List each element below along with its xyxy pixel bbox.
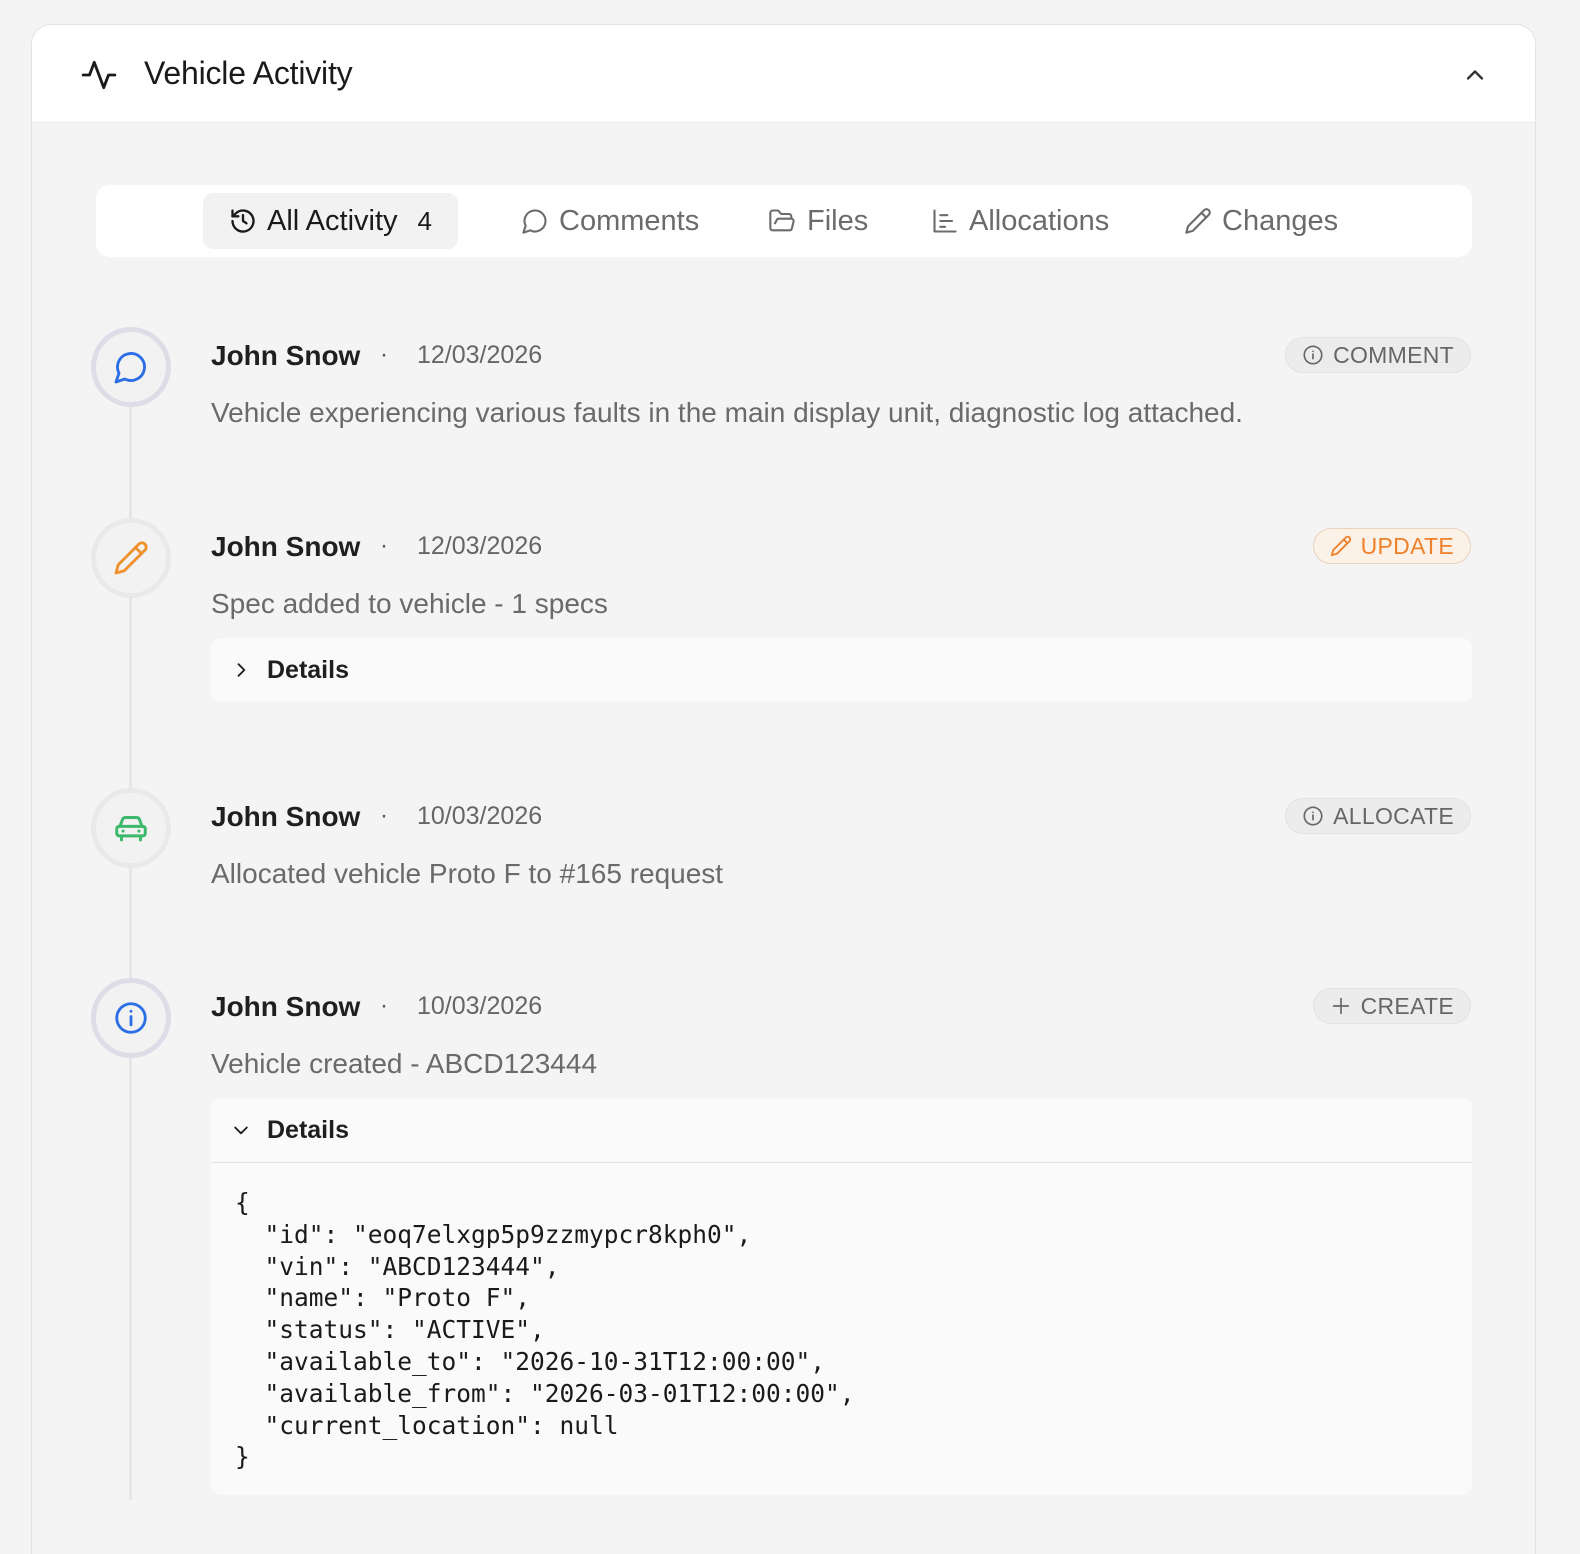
info-icon (115, 1002, 147, 1034)
details-disclosure: Details (211, 638, 1472, 702)
entry-date: 12/03/2026 (417, 532, 543, 560)
tab-changes[interactable]: Changes (1184, 193, 1338, 249)
message-icon (522, 209, 547, 234)
entry-separator: · (380, 992, 388, 1019)
details-disclosure: Details { "id": "eoq7elxgp5p9zzmypcr8kph… (211, 1098, 1472, 1496)
tab-label: All Activity (267, 204, 398, 237)
details-toggle[interactable]: Details (211, 638, 1472, 702)
entry-avatar (91, 788, 171, 868)
badge-label: UPDATE (1360, 532, 1454, 559)
entry-type-badge: CREATE (1312, 988, 1471, 1024)
pencil-icon (1185, 208, 1211, 234)
entry-separator: · (380, 341, 388, 368)
entry-message: Vehicle created - ABCD123444 (211, 1048, 598, 1079)
tab-count-badge: 4 (417, 205, 432, 236)
folder-icon (769, 209, 795, 232)
pencil-icon (1330, 535, 1351, 557)
activity-tabs: All Activity 4 Comments Files Allocation… (96, 185, 1472, 257)
entry-type-badge: ALLOCATE (1285, 798, 1471, 834)
chevron-right-icon (237, 663, 246, 677)
chevron-down-icon (234, 1126, 248, 1135)
activity-icon (81, 60, 117, 90)
tab-files[interactable]: Files (767, 193, 868, 249)
car-icon (115, 816, 147, 842)
details-toggle[interactable]: Details (211, 1098, 1472, 1162)
entry-date: 10/03/2026 (417, 992, 543, 1020)
entry-type-badge: UPDATE (1312, 528, 1471, 564)
tab-label: Changes (1222, 204, 1339, 237)
entry-avatar (91, 327, 171, 407)
pencil-icon (114, 541, 148, 575)
tab-comments[interactable]: Comments (521, 193, 699, 249)
tab-label: Comments (559, 204, 700, 237)
entry-date: 10/03/2026 (417, 802, 543, 830)
details-label: Details (267, 1115, 349, 1144)
info-icon (1303, 345, 1323, 365)
entry-separator: · (380, 532, 388, 559)
tab-all-activity[interactable]: All Activity 4 (203, 193, 458, 249)
entry-author: John Snow (211, 340, 361, 371)
history-icon (231, 209, 255, 233)
badge-label: COMMENT (1333, 341, 1454, 368)
entry-author: John Snow (211, 991, 361, 1022)
vehicle-activity-panel: Vehicle Activity All Activity 4 Comments (31, 24, 1536, 1554)
entry-author: John Snow (211, 531, 361, 562)
entry-separator: · (380, 802, 388, 829)
badge-label: ALLOCATE (1333, 802, 1454, 829)
message-icon (114, 352, 146, 384)
tab-label: Files (807, 204, 869, 237)
entry-author: John Snow (211, 801, 361, 832)
details-json: { "id": "eoq7elxgp5p9zzmypcr8kph0", "vin… (235, 1188, 855, 1472)
details-label: Details (267, 655, 349, 684)
entry-message: Vehicle experiencing various faults in t… (211, 397, 1243, 428)
tab-allocations[interactable]: Allocations (931, 193, 1109, 249)
entry-avatar (91, 518, 171, 598)
info-icon (1303, 806, 1323, 826)
entry-date: 12/03/2026 (417, 341, 543, 369)
panel-title: Vehicle Activity (144, 55, 353, 91)
chevron-up-icon[interactable] (1461, 61, 1489, 89)
panel-header: Vehicle Activity (32, 25, 1535, 123)
badge-label: CREATE (1360, 992, 1454, 1019)
plus-icon (1332, 997, 1349, 1015)
tab-label: Allocations (969, 204, 1110, 237)
entry-avatar (91, 978, 171, 1058)
gantt-icon (933, 209, 957, 233)
entry-type-badge: COMMENT (1285, 337, 1471, 373)
entry-message: Spec added to vehicle - 1 specs (211, 588, 608, 619)
entry-message: Allocated vehicle Proto F to #165 reques… (211, 858, 724, 889)
